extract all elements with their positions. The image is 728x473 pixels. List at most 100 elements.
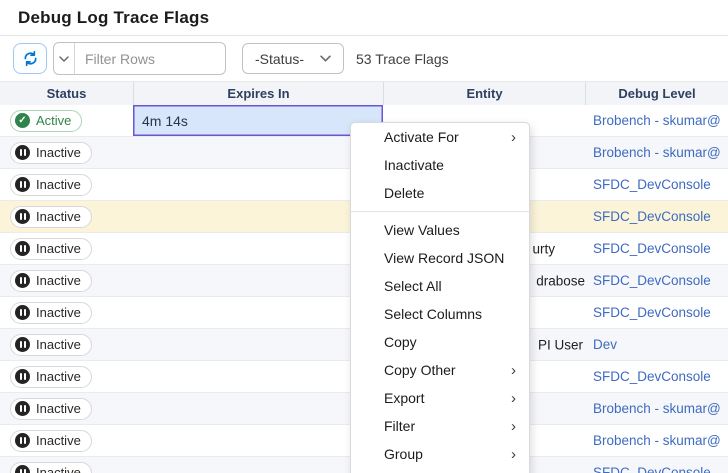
menu-item-group[interactable]: Group› (351, 440, 529, 468)
pause-icon (15, 145, 30, 160)
cell-status[interactable]: Inactive (0, 233, 133, 264)
status-label: Inactive (36, 177, 81, 192)
pause-icon (15, 177, 30, 192)
debug-level-link[interactable]: Brobench - skumar@ (585, 425, 728, 456)
cell-expires-in[interactable] (133, 393, 383, 424)
pause-icon (15, 273, 30, 288)
cell-status[interactable]: Inactive (0, 169, 133, 200)
pause-icon (15, 209, 30, 224)
status-badge: Inactive (10, 302, 92, 324)
refresh-button[interactable] (13, 43, 47, 74)
menu-item-label: Select Columns (384, 306, 516, 322)
debug-level-link[interactable]: SFDC_DevConsole (585, 297, 728, 328)
status-label: Inactive (36, 305, 81, 320)
cell-status[interactable]: Inactive (0, 137, 133, 168)
toolbar: -Status- 53 Trace Flags (0, 36, 728, 81)
menu-item-label: View Record JSON (384, 250, 516, 266)
chevron-down-icon (59, 56, 69, 62)
filter-rows-input[interactable] (75, 43, 225, 74)
column-header-status[interactable]: Status (0, 82, 133, 105)
menu-item-copy-other[interactable]: Copy Other› (351, 356, 529, 384)
status-label: Inactive (36, 145, 81, 160)
cell-status[interactable]: Inactive (0, 265, 133, 296)
status-badge: Inactive (10, 238, 92, 260)
column-header-debug-level[interactable]: Debug Level (585, 82, 728, 105)
menu-item-label: Select All (384, 278, 516, 294)
menu-item-label: Copy Other (384, 362, 511, 378)
pause-icon (15, 433, 30, 448)
status-badge: Inactive (10, 270, 92, 292)
debug-level-link[interactable]: Dev (585, 329, 728, 360)
menu-item-label: Inactivate (384, 157, 516, 173)
submenu-arrow-icon: › (511, 391, 516, 406)
context-menu: Activate For›InactivateDeleteView Values… (350, 122, 530, 473)
menu-item-label: View Values (384, 222, 516, 238)
menu-item-activate-for[interactable]: Activate For› (351, 123, 529, 151)
cell-status[interactable]: Inactive (0, 457, 133, 473)
filter-options-dropdown[interactable] (54, 43, 75, 74)
debug-level-link[interactable]: SFDC_DevConsole (585, 361, 728, 392)
cell-expires-in[interactable] (133, 457, 383, 473)
check-icon: ✓ (15, 113, 30, 128)
menu-item-label: Activate For (384, 129, 511, 145)
status-filter-select[interactable]: -Status- (242, 43, 344, 74)
cell-expires-in[interactable] (133, 137, 383, 168)
pause-icon (15, 305, 30, 320)
cell-status[interactable]: ✓Active (0, 105, 133, 136)
menu-item-label: Group (384, 446, 511, 462)
status-badge: Inactive (10, 398, 92, 420)
menu-item-delete[interactable]: Delete (351, 179, 529, 207)
debug-level-link[interactable]: Brobench - skumar@ (585, 137, 728, 168)
cell-status[interactable]: Inactive (0, 361, 133, 392)
debug-level-link[interactable]: SFDC_DevConsole (585, 265, 728, 296)
column-header-expires-in[interactable]: Expires In (133, 82, 383, 105)
debug-level-link[interactable]: SFDC_DevConsole (585, 457, 728, 473)
menu-item-inactivate[interactable]: Inactivate (351, 151, 529, 179)
cell-expires-in[interactable] (133, 329, 383, 360)
column-header-entity[interactable]: Entity (383, 82, 585, 105)
cell-status[interactable]: Inactive (0, 329, 133, 360)
menu-item-select-all[interactable]: Select All (351, 272, 529, 300)
debug-level-link[interactable]: SFDC_DevConsole (585, 201, 728, 232)
cell-expires-in[interactable] (133, 169, 383, 200)
menu-item-view-record-json[interactable]: View Record JSON (351, 244, 529, 272)
menu-item-export[interactable]: Export› (351, 384, 529, 412)
cell-expires-in[interactable] (133, 233, 383, 264)
debug-log-trace-flags-window: Debug Log Trace Flags -Status- (0, 0, 728, 473)
debug-level-link[interactable]: SFDC_DevConsole (585, 169, 728, 200)
menu-item-label: Export (384, 390, 511, 406)
submenu-arrow-icon: › (511, 447, 516, 462)
entity-value: urty (532, 241, 555, 256)
cell-status[interactable]: Inactive (0, 201, 133, 232)
cell-status[interactable]: Inactive (0, 297, 133, 328)
debug-level-link[interactable]: SFDC_DevConsole (585, 233, 728, 264)
cell-expires-in[interactable] (133, 201, 383, 232)
title-bar: Debug Log Trace Flags (0, 0, 728, 36)
cell-status[interactable]: Inactive (0, 393, 133, 424)
cell-expires-in[interactable] (133, 425, 383, 456)
status-badge: Inactive (10, 462, 92, 473)
cell-expires-in[interactable] (133, 361, 383, 392)
status-badge: Inactive (10, 366, 92, 388)
menu-item-select-columns[interactable]: Select Columns (351, 300, 529, 328)
cell-expires-in[interactable] (133, 297, 383, 328)
status-badge: Inactive (10, 334, 92, 356)
menu-item-copy[interactable]: Copy (351, 328, 529, 356)
menu-item-label: Delete (384, 185, 516, 201)
pause-icon (15, 337, 30, 352)
cell-expires-in-selected[interactable]: 4m 14s (133, 105, 383, 136)
status-label: Inactive (36, 209, 81, 224)
debug-level-link[interactable]: Brobench - skumar@ (585, 393, 728, 424)
page-title: Debug Log Trace Flags (18, 8, 209, 28)
menu-item-label: Copy (384, 334, 516, 350)
menu-item-view-values[interactable]: View Values (351, 216, 529, 244)
status-badge: Inactive (10, 174, 92, 196)
cell-status[interactable]: Inactive (0, 425, 133, 456)
menu-item-filter[interactable]: Filter› (351, 412, 529, 440)
cell-expires-in[interactable] (133, 265, 383, 296)
entity-value: PI User (538, 337, 583, 352)
status-label: Inactive (36, 465, 81, 473)
debug-level-link[interactable]: Brobench - skumar@ (585, 105, 728, 136)
pause-icon (15, 401, 30, 416)
pause-icon (15, 241, 30, 256)
